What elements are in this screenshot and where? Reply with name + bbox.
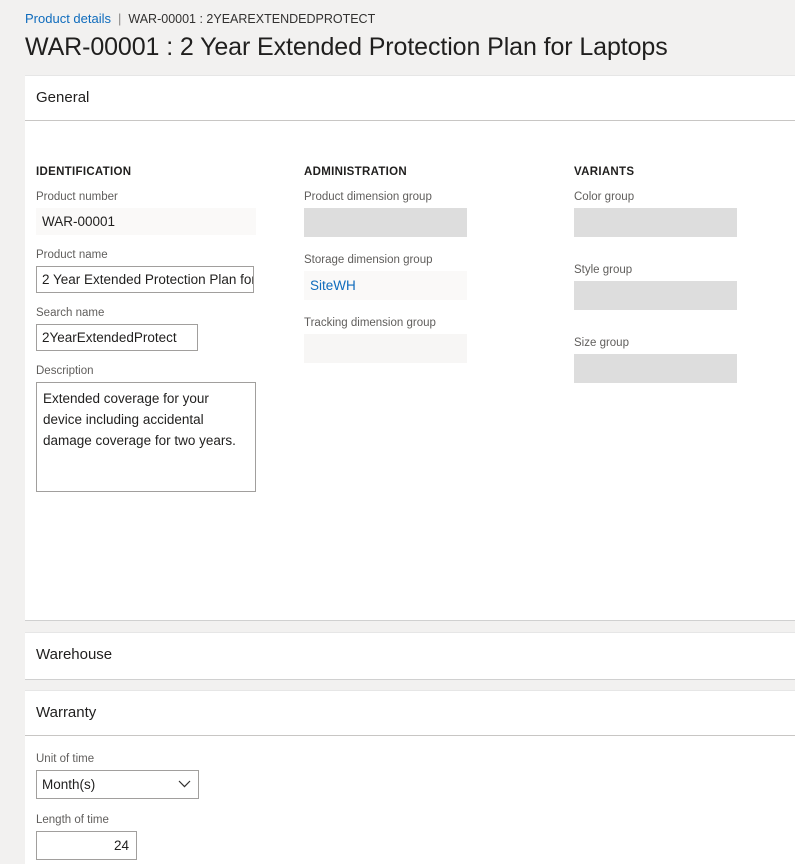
description-textarea[interactable]: Extended coverage for your device includ… (36, 382, 256, 492)
field-storage-dimension-group: Storage dimension group SiteWH (304, 253, 504, 300)
section-warranty: Warranty Unit of time Month(s) Length of… (25, 690, 795, 864)
tracking-dimension-group-input[interactable] (304, 334, 467, 363)
color-group-input (574, 208, 737, 237)
field-product-number-label: Product number (36, 191, 118, 203)
field-length-of-time-label: Length of time (36, 814, 109, 826)
section-warranty-title: Warranty (36, 704, 97, 721)
product-dimension-group-input (304, 208, 467, 237)
field-tracking-dimension-group-label: Tracking dimension group (304, 317, 436, 329)
field-storage-dimension-group-label: Storage dimension group (304, 254, 433, 266)
field-style-group: Style group (574, 263, 759, 310)
breadcrumb-current-item: WAR-00001 : 2YEAREXTENDEDPROTECT (128, 12, 376, 26)
breadcrumb: Product details | WAR-00001 : 2YEAREXTENDE… (25, 10, 375, 28)
size-group-input (574, 354, 737, 383)
field-size-group: Size group (574, 336, 759, 383)
section-general: General IDENTIFICATION Product number WA… (25, 75, 795, 621)
group-identification-title: IDENTIFICATION (36, 166, 132, 178)
group-administration: ADMINISTRATION Product dimension group S… (304, 165, 504, 376)
field-search-name: Search name 2YearExtendedProtect (36, 306, 281, 351)
group-variants-title: VARIANTS (574, 166, 635, 178)
length-of-time-input[interactable]: 24 (36, 831, 137, 860)
field-unit-of-time: Unit of time Month(s) (36, 752, 336, 799)
field-product-name-label: Product name (36, 249, 108, 261)
breadcrumb-separator: | (118, 11, 122, 26)
field-search-name-label: Search name (36, 307, 105, 319)
group-administration-title: ADMINISTRATION (304, 166, 408, 178)
field-product-name: Product name 2 Year Extended Protection … (36, 248, 281, 293)
field-color-group: Color group (574, 190, 759, 237)
unit-of-time-value[interactable]: Month(s) (36, 770, 199, 799)
product-name-input[interactable]: 2 Year Extended Protection Plan for Lapt… (36, 266, 254, 293)
page-header: Product details | WAR-00001 : 2YEAREXTENDE… (0, 0, 795, 75)
field-description-label: Description (36, 365, 94, 377)
field-product-dimension-group-label: Product dimension group (304, 191, 432, 203)
breadcrumb-link-product-details[interactable]: Product details (25, 11, 111, 26)
unit-of-time-select[interactable]: Month(s) (36, 770, 199, 799)
field-color-group-label: Color group (574, 191, 635, 203)
group-identification: IDENTIFICATION Product number WAR-00001 … (36, 165, 281, 505)
product-details-page: Product details | WAR-00001 : 2YEAREXTENDE… (0, 0, 795, 864)
field-description: Description Extended coverage for your d… (36, 364, 281, 492)
field-tracking-dimension-group: Tracking dimension group (304, 316, 504, 363)
page-title: WAR-00001 : 2 Year Extended Protection P… (25, 33, 668, 61)
field-style-group-label: Style group (574, 264, 633, 276)
field-length-of-time: Length of time 24 (36, 813, 336, 860)
section-warehouse[interactable]: Warehouse (25, 632, 795, 680)
section-general-title: General (36, 89, 90, 106)
storage-dimension-group-input[interactable]: SiteWH (304, 271, 467, 300)
section-general-divider (25, 120, 795, 121)
group-variants: VARIANTS Color group Style group Size gr… (574, 165, 759, 396)
section-warranty-body: Unit of time Month(s) Length of time 24 (36, 752, 336, 864)
field-unit-of-time-label: Unit of time (36, 753, 95, 765)
style-group-input (574, 281, 737, 310)
field-product-dimension-group: Product dimension group (304, 190, 504, 237)
field-product-number: Product number WAR-00001 (36, 190, 281, 235)
product-number-input[interactable]: WAR-00001 (36, 208, 256, 235)
search-name-input[interactable]: 2YearExtendedProtect (36, 324, 198, 351)
section-warranty-divider (25, 735, 795, 736)
field-size-group-label: Size group (574, 337, 629, 349)
section-warehouse-title: Warehouse (36, 646, 113, 663)
